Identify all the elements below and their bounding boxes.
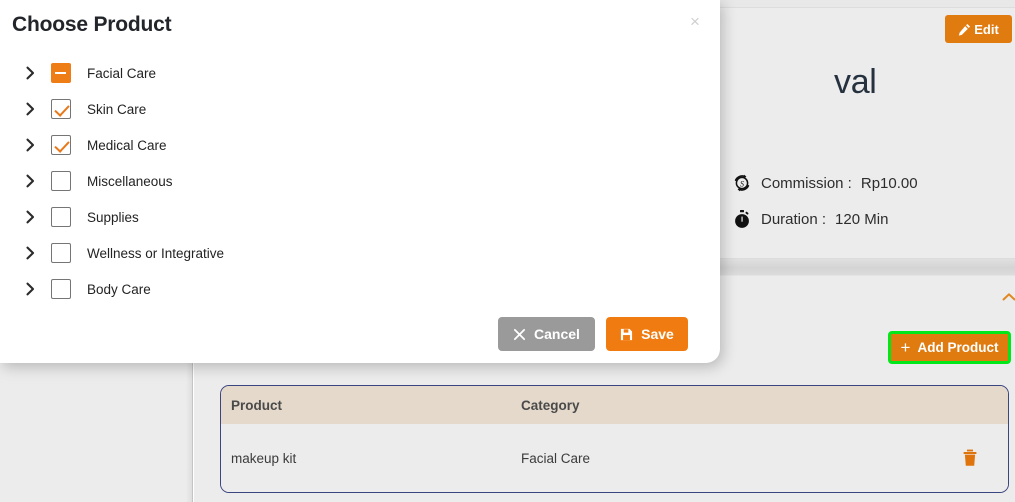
checkbox-supplies[interactable] <box>51 207 71 227</box>
table-header-row: Product Category <box>221 386 1008 424</box>
chevron-right-icon[interactable] <box>22 65 38 81</box>
modal-footer: Cancel Save <box>0 317 706 351</box>
floppy-disk-icon <box>620 328 633 341</box>
save-button-label: Save <box>641 326 674 342</box>
stopwatch-icon <box>732 209 752 229</box>
screen: val Edit S Commission : Rp10.00 Duration… <box>0 0 1015 502</box>
add-product-label: Add Product <box>917 340 999 355</box>
checkbox-medical-care[interactable] <box>51 135 71 155</box>
edit-button[interactable]: Edit <box>945 15 1012 43</box>
close-icon[interactable]: × <box>687 13 703 30</box>
cancel-button-label: Cancel <box>534 326 580 342</box>
currency-refresh-icon: S <box>732 173 752 193</box>
chevron-right-icon[interactable] <box>22 281 38 297</box>
tree-item-facial-care[interactable]: Facial Care <box>0 55 720 91</box>
checkbox-wellness-or-integrative[interactable] <box>51 243 71 263</box>
tree-label-supplies: Supplies <box>87 209 139 225</box>
svg-text:S: S <box>740 179 744 188</box>
commission-label: Commission : <box>761 174 852 192</box>
commission-row: S Commission : Rp10.00 <box>732 173 918 193</box>
tree-item-skin-care[interactable]: Skin Care <box>0 91 720 127</box>
chevron-right-icon[interactable] <box>22 137 38 153</box>
chevron-right-icon[interactable] <box>22 101 38 117</box>
product-table: Product Category makeup kit Facial Care <box>220 385 1009 493</box>
tree-item-supplies[interactable]: Supplies <box>0 199 720 235</box>
trash-icon[interactable] <box>962 449 978 467</box>
edit-button-label: Edit <box>974 21 999 37</box>
tree-item-medical-care[interactable]: Medical Care <box>0 127 720 163</box>
checkbox-skin-care[interactable] <box>51 99 71 119</box>
add-product-button[interactable]: + Add Product <box>888 331 1011 364</box>
duration-label: Duration : <box>761 210 827 228</box>
cancel-button[interactable]: Cancel <box>498 317 595 351</box>
pencil-icon <box>958 23 971 36</box>
x-icon <box>513 328 526 341</box>
cell-category: Facial Care <box>521 450 591 466</box>
checkbox-miscellaneous[interactable] <box>51 171 71 191</box>
tree-item-miscellaneous[interactable]: Miscellaneous <box>0 163 720 199</box>
checkbox-facial-care[interactable] <box>51 63 71 83</box>
chevron-right-icon[interactable] <box>22 245 38 261</box>
tree-label-medical-care: Medical Care <box>87 137 167 153</box>
checkbox-body-care[interactable] <box>51 279 71 299</box>
tree-label-skin-care: Skin Care <box>87 101 147 117</box>
duration-row: Duration : 120 Min <box>732 209 888 229</box>
table-row: makeup kit Facial Care <box>221 424 1008 492</box>
column-header-product: Product <box>231 397 283 413</box>
category-tree: Facial Care Skin Care Medical Care Misce… <box>0 55 720 307</box>
column-header-category: Category <box>521 397 580 413</box>
plus-icon: + <box>900 337 911 357</box>
modal-title: Choose Product <box>12 13 172 36</box>
tree-item-body-care[interactable]: Body Care <box>0 271 720 307</box>
save-button[interactable]: Save <box>606 317 688 351</box>
tree-label-miscellaneous: Miscellaneous <box>87 173 173 189</box>
commission-value: Rp10.00 <box>860 174 918 192</box>
tree-item-wellness-or-integrative[interactable]: Wellness or Integrative <box>0 235 720 271</box>
tree-label-facial-care: Facial Care <box>87 65 157 81</box>
page-title: val <box>834 63 877 101</box>
tree-label-body-care: Body Care <box>87 281 151 297</box>
chevron-right-icon[interactable] <box>22 173 38 189</box>
cell-product: makeup kit <box>231 450 297 466</box>
duration-value: 120 Min <box>835 210 889 228</box>
choose-product-modal: Choose Product × Facial Care Skin Care M… <box>0 0 720 363</box>
chevron-right-icon[interactable] <box>22 209 38 225</box>
chevron-up-icon[interactable] <box>1001 290 1015 304</box>
tree-label-wellness-or-integrative: Wellness or Integrative <box>87 245 225 261</box>
cell-action <box>941 449 998 467</box>
